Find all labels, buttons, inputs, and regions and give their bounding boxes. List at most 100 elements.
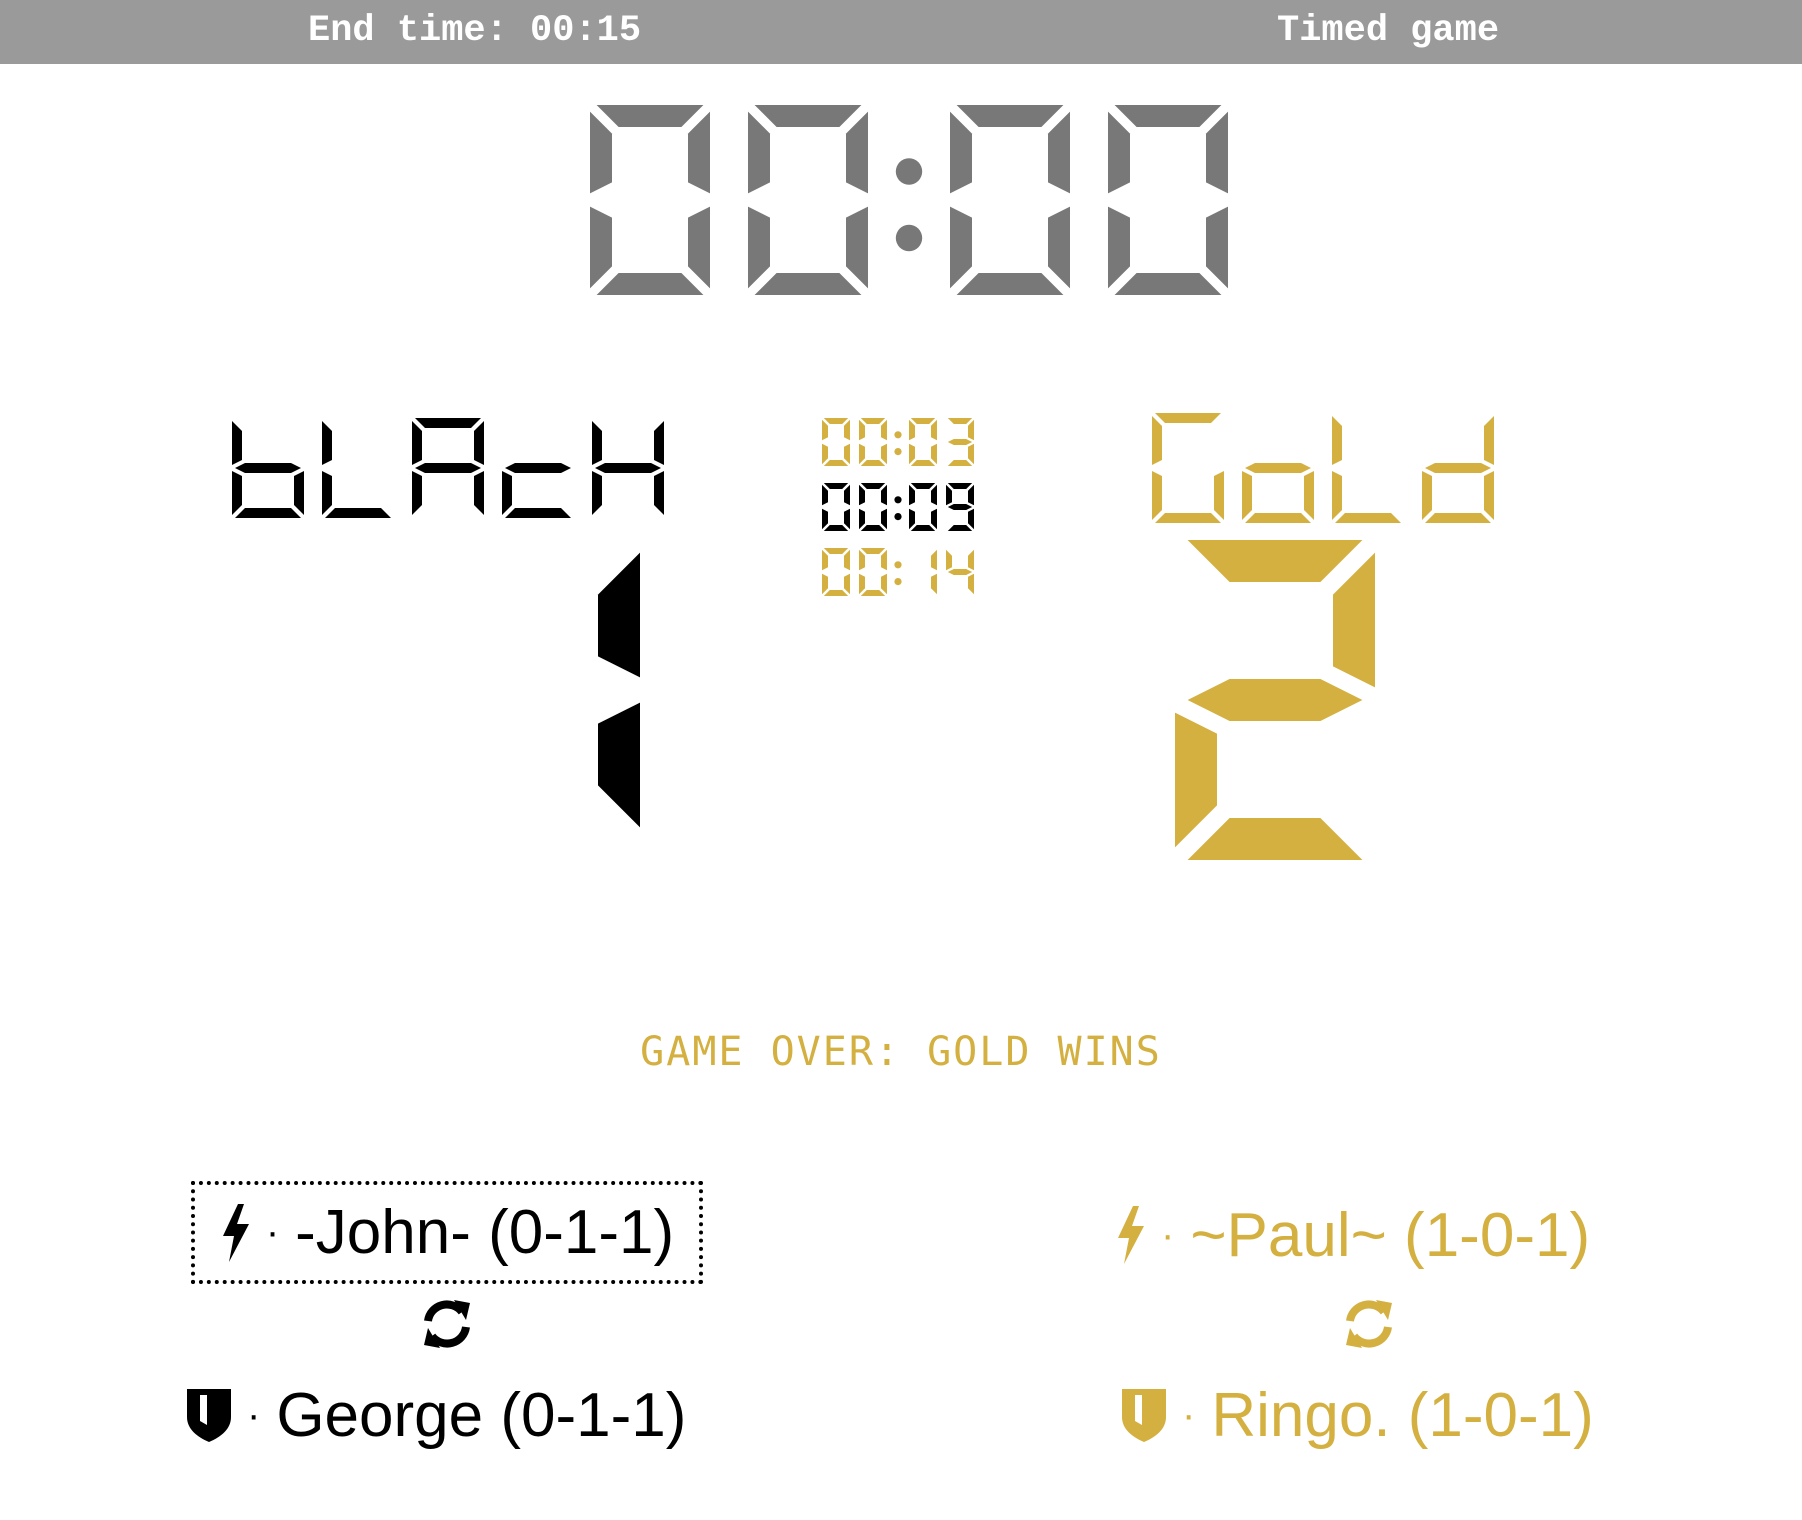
segment-c bbox=[968, 508, 974, 530]
segment-a bbox=[823, 548, 849, 554]
segment-b bbox=[968, 484, 974, 506]
segment-g bbox=[235, 463, 301, 473]
colon-dot bbox=[894, 561, 902, 569]
segment-f bbox=[950, 111, 972, 194]
segment-f bbox=[822, 549, 828, 571]
segment-b bbox=[1048, 111, 1070, 194]
main-clock bbox=[590, 105, 1228, 295]
segment-d bbox=[956, 273, 1064, 295]
segment-d bbox=[823, 590, 849, 596]
segment-f bbox=[909, 419, 915, 441]
segment-e bbox=[1332, 471, 1342, 520]
segment-f bbox=[859, 484, 865, 506]
segment-e bbox=[822, 573, 828, 595]
segment-d bbox=[1245, 513, 1311, 523]
segment-b bbox=[474, 421, 484, 465]
segment-a bbox=[1114, 105, 1222, 127]
segment-f bbox=[232, 421, 242, 465]
segment-g bbox=[1187, 679, 1363, 721]
segment-e bbox=[592, 471, 602, 515]
segment-e bbox=[232, 471, 242, 515]
game-status: GAME OVER: GOLD WINS bbox=[640, 1029, 1162, 1075]
segment-e bbox=[1175, 712, 1217, 848]
segment-d bbox=[325, 508, 391, 518]
top-bar: End time: 00:15 Timed game bbox=[0, 0, 1802, 64]
black-queen-player[interactable]: · -John- (0-1-1) bbox=[191, 1181, 703, 1284]
segment-e bbox=[322, 471, 332, 515]
swap-arrows-icon[interactable] bbox=[1340, 1295, 1398, 1358]
black-warrior-player[interactable]: · George (0-1-1) bbox=[185, 1370, 686, 1460]
segment-c bbox=[688, 206, 710, 289]
segment-a bbox=[754, 105, 862, 127]
black-warrior-name: George (0-1-1) bbox=[276, 1380, 687, 1450]
dot-separator: · bbox=[1182, 1392, 1196, 1437]
segment-b bbox=[598, 552, 640, 678]
segment-c bbox=[294, 471, 304, 515]
segment-e bbox=[909, 443, 915, 465]
event-time bbox=[822, 548, 974, 596]
segment-b bbox=[881, 419, 887, 441]
colon-dot bbox=[894, 448, 902, 456]
dot-separator: · bbox=[247, 1392, 261, 1437]
segment-e bbox=[412, 471, 422, 515]
segment-a bbox=[910, 418, 936, 424]
segment-f bbox=[859, 419, 865, 441]
segment-d bbox=[947, 460, 973, 466]
segment-g bbox=[595, 463, 661, 473]
segment-a bbox=[823, 483, 849, 489]
segment-g bbox=[947, 504, 973, 510]
segment-b bbox=[931, 419, 937, 441]
segment-e bbox=[1422, 471, 1432, 520]
gold-warrior-player[interactable]: · Ringo. (1-0-1) bbox=[1120, 1370, 1594, 1460]
colon-dot bbox=[894, 578, 902, 586]
segment-c bbox=[931, 443, 937, 465]
segment-f bbox=[909, 484, 915, 506]
segment-a bbox=[947, 418, 973, 424]
gold-warrior-name: Ringo. (1-0-1) bbox=[1211, 1380, 1594, 1450]
segment-d bbox=[1155, 513, 1221, 523]
segment-c bbox=[654, 471, 664, 515]
segment-c bbox=[1304, 471, 1314, 520]
segment-c bbox=[881, 573, 887, 595]
segment-b bbox=[931, 484, 937, 506]
segment-a bbox=[823, 418, 849, 424]
segment-f bbox=[946, 549, 952, 571]
segment-e bbox=[1152, 471, 1162, 520]
segment-f bbox=[590, 111, 612, 194]
segment-c bbox=[931, 573, 937, 595]
black-score bbox=[598, 552, 640, 828]
event-time bbox=[822, 483, 974, 531]
segment-g bbox=[1245, 463, 1311, 473]
segment-f bbox=[748, 111, 770, 194]
segment-b bbox=[968, 549, 974, 571]
segment-e bbox=[859, 443, 865, 465]
scoreboard: End time: 00:15 Timed game GAME OVER: GO… bbox=[0, 0, 1802, 1520]
segment-a bbox=[596, 105, 704, 127]
segment-f bbox=[322, 421, 332, 465]
segment-g bbox=[1425, 463, 1491, 473]
segment-d bbox=[1114, 273, 1222, 295]
black-team-label bbox=[232, 418, 664, 518]
swap-arrows-icon[interactable] bbox=[418, 1295, 476, 1358]
segment-a bbox=[860, 483, 886, 489]
segment-f bbox=[859, 549, 865, 571]
dot-separator: · bbox=[265, 1210, 280, 1254]
segment-c bbox=[881, 443, 887, 465]
segment-d bbox=[823, 460, 849, 466]
gold-score bbox=[1175, 540, 1375, 860]
segment-c bbox=[1206, 206, 1228, 289]
segment-g bbox=[947, 569, 973, 575]
segment-c bbox=[1048, 206, 1070, 289]
segment-c bbox=[931, 508, 937, 530]
segment-a bbox=[947, 483, 973, 489]
colon-dot bbox=[894, 513, 902, 521]
gold-queen-player[interactable]: · ~Paul~ (1-0-1) bbox=[1115, 1190, 1590, 1280]
segment-f bbox=[946, 484, 952, 506]
segment-e bbox=[909, 508, 915, 530]
shield-icon bbox=[1120, 1387, 1168, 1443]
segment-f bbox=[592, 421, 602, 465]
segment-b bbox=[1484, 416, 1494, 465]
segment-b bbox=[881, 549, 887, 571]
segment-d bbox=[505, 508, 571, 518]
segment-d bbox=[860, 460, 886, 466]
